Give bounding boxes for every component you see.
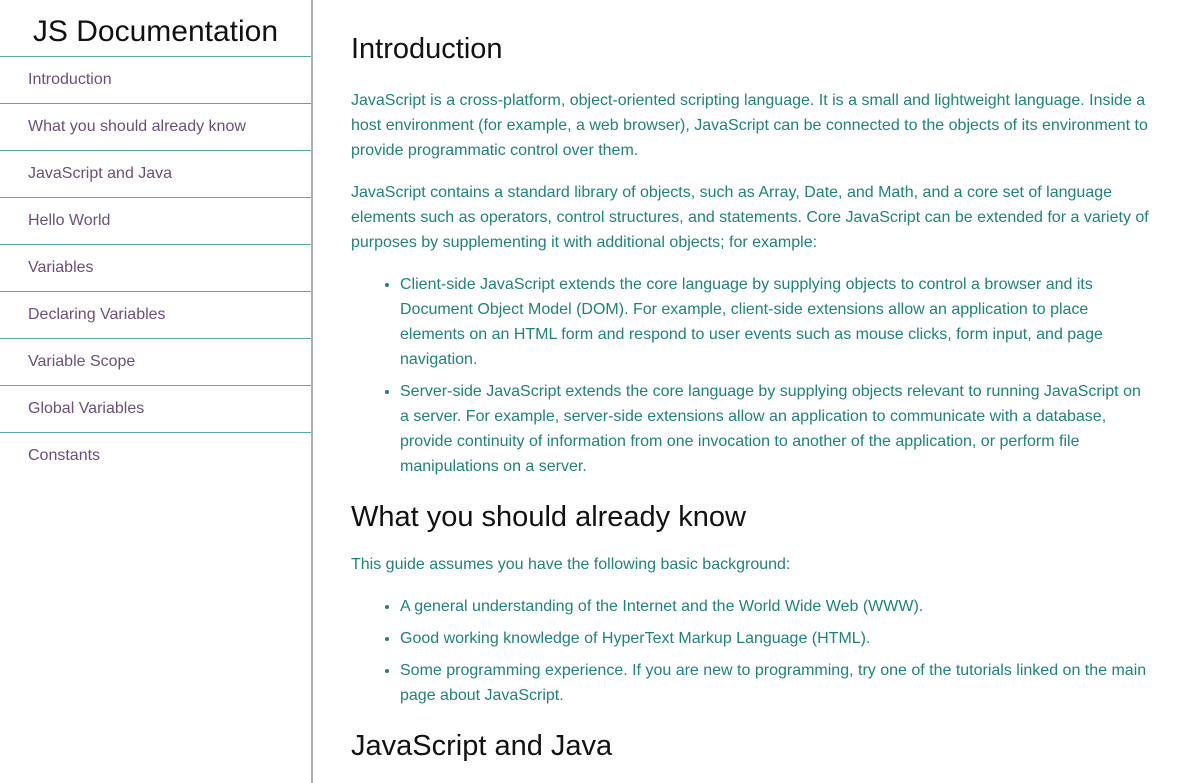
main-content: Introduction JavaScript is a cross-platf…: [351, 0, 1151, 783]
bullet-list: Client-side JavaScript extends the core …: [351, 272, 1151, 479]
sidebar-item: What you should already know: [0, 104, 311, 151]
nav-link-hello-world[interactable]: Hello World: [0, 198, 311, 244]
paragraph: JavaScript is a cross-platform, object-o…: [351, 92, 1148, 159]
sidebar-item: Variable Scope: [0, 339, 311, 386]
nav-link-declaring-variables[interactable]: Declaring Variables: [0, 292, 311, 338]
nav-link-global-variables[interactable]: Global Variables: [0, 386, 311, 432]
sidebar-nav: JS Documentation Introduction What you s…: [0, 0, 313, 783]
sidebar-item: Hello World: [0, 198, 311, 245]
section-what-you-should-already-know: What you should already know This guide …: [351, 479, 1151, 708]
bullet-list: A general understanding of the Internet …: [351, 594, 1151, 708]
section-heading: What you should already know: [351, 501, 746, 533]
sidebar-item: Global Variables: [0, 386, 311, 433]
list-item: Client-side JavaScript extends the core …: [400, 272, 1151, 372]
list-item: A general understanding of the Internet …: [400, 594, 1151, 619]
sidebar-item: Introduction: [0, 57, 311, 104]
section-javascript-and-java: JavaScript and Java: [351, 708, 1151, 763]
sidebar-item: Constants: [0, 433, 311, 480]
sidebar-list: Introduction What you should already kno…: [0, 57, 311, 480]
section-heading: Introduction: [351, 33, 503, 65]
list-item: Some programming experience. If you are …: [400, 658, 1151, 708]
nav-link-variables[interactable]: Variables: [0, 245, 311, 291]
paragraph: This guide assumes you have the followin…: [351, 556, 791, 573]
nav-link-what-you-should-already-know[interactable]: What you should already know: [0, 104, 311, 150]
nav-link-constants[interactable]: Constants: [0, 433, 311, 479]
list-item: Server-side JavaScript extends the core …: [400, 379, 1151, 479]
sidebar-title: JS Documentation: [0, 0, 311, 57]
sidebar-item: Variables: [0, 245, 311, 292]
paragraph: JavaScript contains a standard library o…: [351, 184, 1149, 251]
nav-link-javascript-and-java[interactable]: JavaScript and Java: [0, 151, 311, 197]
nav-link-variable-scope[interactable]: Variable Scope: [0, 339, 311, 385]
sidebar-item: Declaring Variables: [0, 292, 311, 339]
list-item: Good working knowledge of HyperText Mark…: [400, 626, 1151, 651]
nav-link-introduction[interactable]: Introduction: [0, 57, 311, 103]
sidebar-item: JavaScript and Java: [0, 151, 311, 198]
section-introduction: Introduction JavaScript is a cross-platf…: [351, 0, 1151, 479]
section-heading: JavaScript and Java: [351, 730, 613, 762]
